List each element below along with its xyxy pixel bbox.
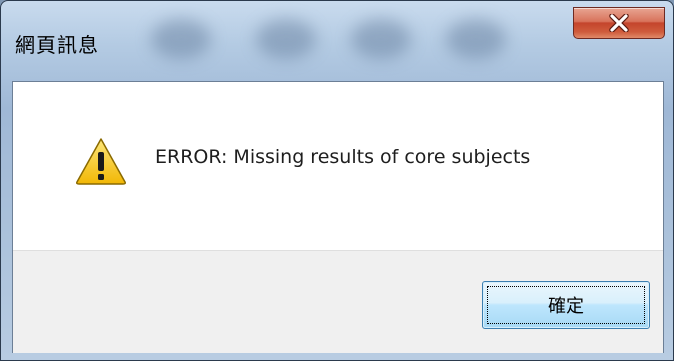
- aero-glass-blur: [446, 19, 506, 59]
- message-area: ERROR: Missing results of core subjects: [13, 82, 663, 250]
- window-title: 網頁訊息: [15, 33, 99, 57]
- ok-button[interactable]: 確定: [482, 281, 650, 329]
- ok-button-label: 確定: [548, 296, 584, 317]
- warning-icon: [75, 137, 127, 185]
- aero-glass-blur: [256, 19, 316, 59]
- error-message: ERROR: Missing results of core subjects: [155, 146, 531, 168]
- close-icon: [608, 14, 630, 32]
- dialog-client-area: ERROR: Missing results of core subjects …: [12, 81, 664, 353]
- button-bar: 確定: [13, 250, 663, 353]
- aero-glass-blur: [351, 19, 411, 59]
- title-bar[interactable]: 網頁訊息: [1, 1, 673, 81]
- aero-glass-blur: [151, 19, 211, 59]
- close-button[interactable]: [573, 7, 665, 39]
- dialog-window: 網頁訊息 ERROR: Missing results of core subj…: [0, 0, 674, 361]
